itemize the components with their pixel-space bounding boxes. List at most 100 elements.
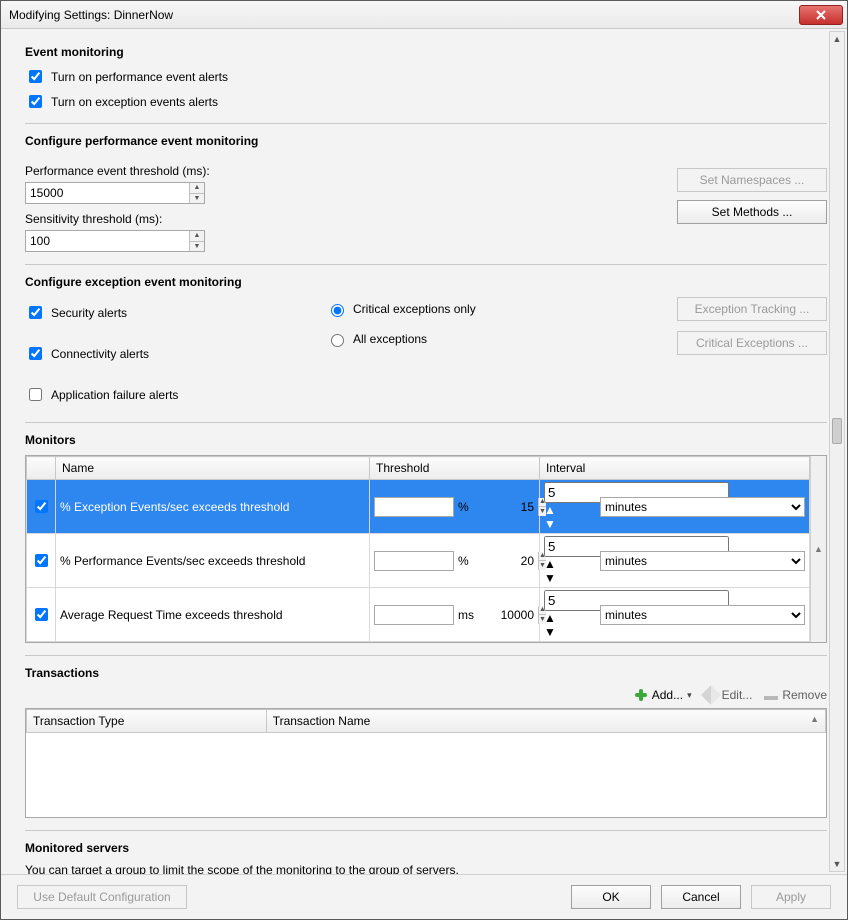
monitor-row-checkbox[interactable] (35, 500, 48, 513)
servers-desc: You can target a group to limit the scop… (25, 863, 827, 874)
monitor-interval-input[interactable]: ▲▼ (544, 590, 596, 639)
separator (25, 830, 827, 831)
monitor-name: % Exception Events/sec exceeds threshold (56, 480, 370, 534)
monitor-interval-unit-select[interactable]: minutes (600, 605, 805, 625)
spin-up-icon[interactable]: ▲ (544, 611, 596, 625)
transactions-table: Transaction Type Transaction Name▲ (25, 708, 827, 818)
close-icon (816, 10, 826, 20)
security-alerts-checkbox[interactable] (29, 306, 42, 319)
table-row[interactable]: % Exception Events/sec exceeds threshold… (27, 480, 810, 534)
chevron-down-icon: ▼ (833, 859, 842, 869)
monitors-col-name[interactable]: Name (56, 457, 370, 480)
spin-down-icon[interactable]: ▼ (544, 517, 596, 531)
chevron-up-icon: ▲ (833, 34, 842, 44)
dialog-footer: Use Default Configuration OK Cancel Appl… (1, 874, 847, 919)
apply-button[interactable]: Apply (751, 885, 831, 909)
settings-dialog: Modifying Settings: DinnerNow Event moni… (0, 0, 848, 920)
cancel-button[interactable]: Cancel (661, 885, 741, 909)
critical-exceptions-button[interactable]: Critical Exceptions ... (677, 331, 827, 355)
perf-alerts-checkbox[interactable] (29, 70, 42, 83)
monitor-threshold-input[interactable]: ▲▼ (374, 605, 454, 625)
transactions-heading: Transactions (25, 666, 827, 680)
spin-up-icon[interactable]: ▲ (190, 183, 204, 194)
security-alerts-label: Security alerts (51, 306, 127, 320)
perf-threshold-input[interactable]: ▲▼ (25, 182, 205, 204)
all-exceptions-radio[interactable] (331, 334, 344, 347)
separator (25, 264, 827, 265)
monitor-interval-unit-select[interactable]: minutes (600, 551, 805, 571)
remove-transaction-button[interactable]: Remove (764, 688, 827, 702)
separator (25, 655, 827, 656)
transactions-col-type[interactable]: Transaction Type (27, 710, 267, 733)
edit-label: Edit... (722, 688, 753, 702)
event-monitoring-heading: Event monitoring (25, 45, 827, 59)
monitor-name: % Performance Events/sec exceeds thresho… (56, 534, 370, 588)
set-methods-button[interactable]: Set Methods ... (677, 200, 827, 224)
set-namespaces-button[interactable]: Set Namespaces ... (677, 168, 827, 192)
add-label: Add... (652, 688, 683, 702)
table-row[interactable]: Average Request Time exceeds threshold ▲… (27, 588, 810, 642)
appfail-alerts-label: Application failure alerts (51, 388, 178, 402)
critical-only-label: Critical exceptions only (353, 302, 476, 316)
spin-down-icon[interactable]: ▼ (190, 194, 204, 204)
minus-icon (764, 696, 778, 700)
table-row[interactable]: % Performance Events/sec exceeds thresho… (27, 534, 810, 588)
spin-up-icon[interactable]: ▲ (544, 557, 596, 571)
perf-alerts-label: Turn on performance event alerts (51, 70, 228, 84)
monitor-interval-input[interactable]: ▲▼ (544, 482, 596, 531)
exception-tracking-button[interactable]: Exception Tracking ... (677, 297, 827, 321)
monitor-row-checkbox[interactable] (35, 554, 48, 567)
main-scrollbar[interactable]: ▲ ▼ (829, 31, 845, 872)
monitor-threshold-input[interactable]: ▲▼ (374, 497, 454, 517)
remove-label: Remove (782, 688, 827, 702)
exc-config-heading: Configure exception event monitoring (25, 275, 827, 289)
separator (25, 123, 827, 124)
sensitivity-input[interactable]: ▲▼ (25, 230, 205, 252)
monitor-interval-unit-select[interactable]: minutes (600, 497, 805, 517)
connectivity-alerts-checkbox[interactable] (29, 347, 42, 360)
spin-up-icon[interactable]: ▲ (190, 231, 204, 242)
spin-down-icon[interactable]: ▼ (190, 242, 204, 252)
monitor-threshold-input[interactable]: ▲▼ (374, 551, 454, 571)
exc-alerts-label: Turn on exception events alerts (51, 95, 218, 109)
scrollbar-thumb[interactable] (832, 418, 842, 444)
spin-up-icon[interactable]: ▲ (544, 503, 596, 517)
spin-down-icon[interactable]: ▼ (544, 571, 596, 585)
monitors-scrollbar[interactable]: ▲ (810, 456, 826, 642)
servers-heading: Monitored servers (25, 841, 827, 855)
close-button[interactable] (799, 5, 843, 25)
critical-only-radio[interactable] (331, 304, 344, 317)
monitor-threshold-unit: % (458, 500, 469, 514)
spin-down-icon[interactable]: ▼ (544, 625, 596, 639)
transactions-col-name[interactable]: Transaction Name▲ (266, 710, 825, 733)
edit-transaction-button[interactable]: Edit... (704, 688, 753, 702)
client-area: Event monitoring Turn on performance eve… (1, 29, 847, 919)
monitors-col-interval[interactable]: Interval (540, 457, 810, 480)
window-title: Modifying Settings: DinnerNow (9, 8, 799, 22)
chevron-down-icon: ▾ (687, 690, 692, 701)
titlebar: Modifying Settings: DinnerNow (1, 1, 847, 29)
add-transaction-button[interactable]: Add... ▾ (634, 688, 692, 702)
appfail-alerts-checkbox[interactable] (29, 388, 42, 401)
perf-threshold-label: Performance event threshold (ms): (25, 164, 607, 178)
transactions-toolbar: Add... ▾ Edit... Remove (25, 688, 827, 702)
plus-icon (634, 688, 648, 702)
monitors-col-check[interactable] (27, 457, 56, 480)
default-config-button[interactable]: Use Default Configuration (17, 885, 187, 909)
exc-alerts-checkbox[interactable] (29, 95, 42, 108)
chevron-up-icon: ▲ (814, 544, 823, 554)
monitor-threshold-unit: ms (458, 608, 474, 622)
pencil-icon (701, 685, 721, 705)
ok-button[interactable]: OK (571, 885, 651, 909)
monitor-threshold-unit: % (458, 554, 469, 568)
monitor-row-checkbox[interactable] (35, 608, 48, 621)
monitors-table: Name Threshold Interval % Exception Even… (25, 455, 827, 643)
separator (25, 422, 827, 423)
sensitivity-label: Sensitivity threshold (ms): (25, 212, 607, 226)
sensitivity-value[interactable] (26, 231, 189, 251)
monitor-interval-input[interactable]: ▲▼ (544, 536, 596, 585)
perf-config-heading: Configure performance event monitoring (25, 134, 827, 148)
monitors-col-threshold[interactable]: Threshold (370, 457, 540, 480)
perf-threshold-value[interactable] (26, 183, 189, 203)
monitor-name: Average Request Time exceeds threshold (56, 588, 370, 642)
